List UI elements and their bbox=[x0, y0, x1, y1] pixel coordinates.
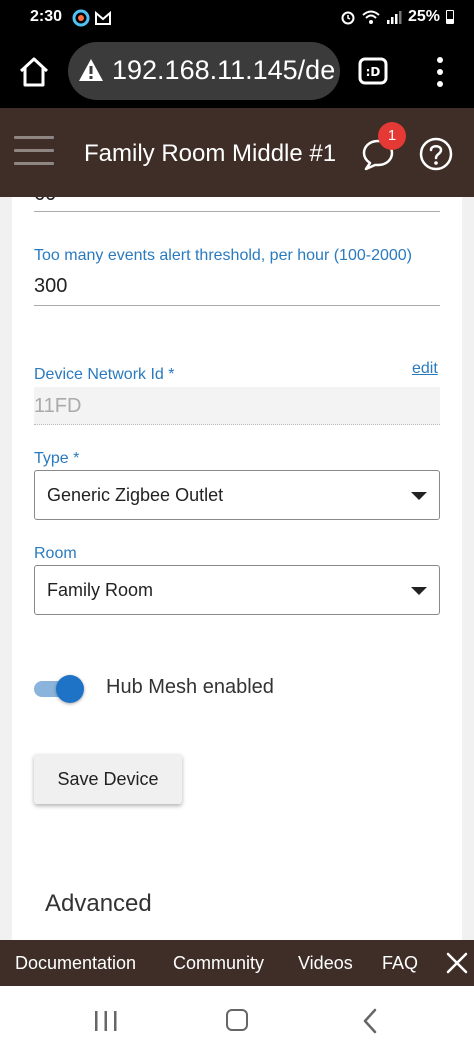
network-id-edit-link[interactable]: edit bbox=[412, 360, 438, 378]
home-icon[interactable] bbox=[226, 1009, 248, 1031]
notification-badge[interactable]: 1 bbox=[378, 122, 406, 150]
page-title: Family Room Middle #1 bbox=[84, 140, 337, 167]
tab-switcher-icon[interactable]: :D bbox=[358, 56, 388, 86]
app-notification-icon bbox=[72, 9, 90, 27]
events-threshold-label: Too many events alert threshold, per hou… bbox=[34, 247, 412, 264]
footer-link-documentation[interactable]: Documentation bbox=[15, 953, 136, 974]
status-right: 25% bbox=[340, 8, 454, 26]
battery-icon bbox=[446, 10, 454, 24]
recent-apps-icon[interactable] bbox=[94, 1010, 118, 1032]
room-label: Room bbox=[34, 545, 77, 562]
app-header: Family Room Middle #1 1 bbox=[0, 108, 474, 197]
network-id-label: Device Network Id * bbox=[34, 366, 175, 383]
network-id-field: 11FD bbox=[34, 387, 440, 425]
system-navigation-bar bbox=[0, 986, 474, 1053]
close-icon[interactable] bbox=[444, 950, 470, 976]
events-threshold-underline bbox=[34, 305, 440, 306]
wifi-icon bbox=[362, 10, 380, 24]
hub-mesh-toggle[interactable] bbox=[34, 674, 84, 704]
url-text[interactable]: 192.168.11.145/dev bbox=[112, 55, 334, 86]
browser-home-icon[interactable] bbox=[16, 54, 52, 90]
network-id-value: 11FD bbox=[34, 395, 82, 417]
address-bar[interactable]: 192.168.11.145/dev bbox=[68, 42, 340, 100]
alarm-icon bbox=[341, 11, 355, 25]
status-bar: 2:30 25% bbox=[0, 0, 474, 36]
save-device-button[interactable]: Save Device bbox=[34, 754, 182, 804]
not-secure-warning-icon[interactable] bbox=[78, 58, 104, 82]
type-label: Type * bbox=[34, 450, 80, 467]
type-selected-value: Generic Zigbee Outlet bbox=[47, 485, 224, 505]
footer-link-videos[interactable]: Videos bbox=[298, 953, 353, 974]
events-threshold-input[interactable]: 300 bbox=[34, 275, 67, 298]
device-form-card: 60 Too many events alert threshold, per … bbox=[12, 197, 462, 940]
status-notification-icons bbox=[72, 9, 112, 27]
type-select[interactable]: Generic Zigbee Outlet bbox=[34, 470, 440, 520]
browser-toolbar: 192.168.11.145/dev :D bbox=[0, 36, 474, 108]
room-selected-value: Family Room bbox=[47, 580, 154, 600]
footer-link-faq[interactable]: FAQ bbox=[382, 953, 418, 974]
help-icon[interactable] bbox=[418, 136, 454, 172]
chevron-down-icon bbox=[411, 492, 427, 500]
svg-text::D: :D bbox=[366, 65, 381, 79]
signal-icon bbox=[386, 11, 402, 24]
main-content: 60 Too many events alert threshold, per … bbox=[0, 197, 474, 940]
back-icon[interactable] bbox=[362, 1008, 378, 1034]
status-time: 2:30 bbox=[30, 8, 63, 25]
toggle-thumb bbox=[56, 675, 84, 703]
footer-links-bar: Documentation Community Videos FAQ bbox=[0, 940, 474, 986]
footer-link-community[interactable]: Community bbox=[173, 953, 264, 974]
room-select[interactable]: Family Room bbox=[34, 565, 440, 615]
browser-menu-icon[interactable] bbox=[432, 54, 448, 90]
advanced-section-heading[interactable]: Advanced bbox=[45, 890, 152, 918]
hub-mesh-label: Hub Mesh enabled bbox=[106, 676, 274, 698]
previous-field-underline bbox=[34, 211, 440, 212]
hamburger-menu-icon[interactable] bbox=[14, 136, 54, 166]
previous-field-value[interactable]: 60 bbox=[34, 197, 56, 206]
battery-percent: 25% bbox=[407, 8, 440, 25]
chevron-down-icon bbox=[411, 587, 427, 595]
gmail-icon bbox=[95, 10, 111, 25]
